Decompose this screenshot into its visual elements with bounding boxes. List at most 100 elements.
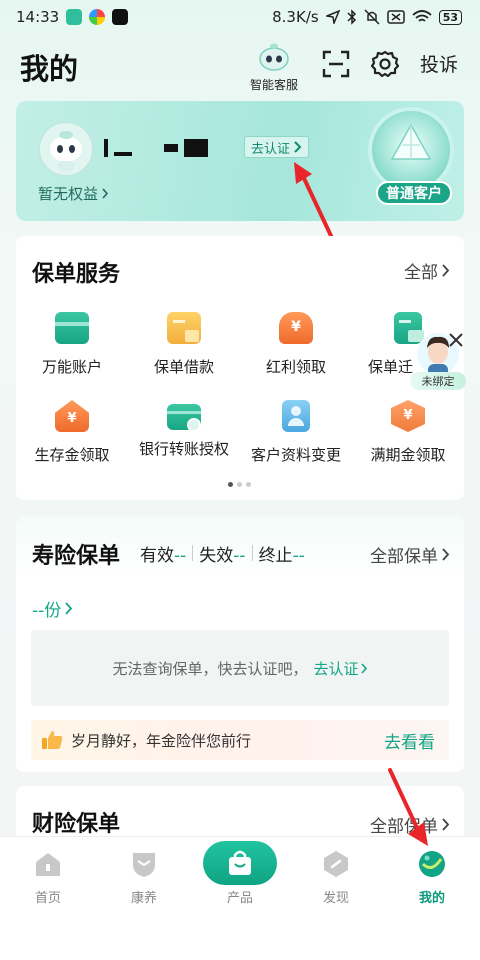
service-maturity-benefit[interactable]: ¥ 满期金领取 [352, 394, 464, 482]
more-label: 全部保单 [370, 547, 438, 567]
service-label: 客户资料变更 [250, 446, 341, 464]
nav-product-button[interactable] [203, 841, 277, 885]
chevron-right-icon [442, 818, 450, 831]
empty-text: 无法查询保单，快去认证吧， [112, 659, 308, 678]
net-speed: 8.3K/s [272, 8, 319, 26]
avatar[interactable] [38, 121, 94, 177]
gear-icon [370, 50, 400, 78]
settings-button[interactable] [370, 50, 400, 78]
service-label: 万能账户 [41, 358, 102, 376]
nav-discover[interactable]: 发现 [296, 849, 376, 906]
service-bank-transfer-auth[interactable]: 银行转账授权 [128, 394, 240, 482]
service-label: 红利领取 [265, 358, 326, 376]
policy-count-link[interactable]: --份 [32, 596, 73, 621]
nav-mine[interactable]: 我的 [392, 849, 472, 906]
battery-level: 53 [438, 9, 462, 25]
nav-health-label: 康养 [130, 891, 157, 906]
nav-product-label: 产品 [226, 891, 253, 906]
service-survival-benefit[interactable]: ¥ 生存金领取 [16, 394, 128, 482]
unbind-tag: 未绑定 [410, 372, 466, 390]
profile-card[interactable]: 去认证 暂无权益 普通客户 [16, 101, 464, 221]
service-grid: 万能账户 保单借款 ¥ 红利领取 保单迁 ¥ 生存金领取 银行转账授权 客户资料… [16, 306, 464, 482]
property-policy-title: 财险保单 [32, 812, 121, 837]
annuity-promo-banner[interactable]: 岁月静好，年金险伴您前行 去看看 [31, 720, 449, 760]
empty-verify-link[interactable]: 去认证 [314, 658, 368, 679]
promo-action-button[interactable]: 去看看 [384, 728, 435, 753]
chevron-right-icon [294, 141, 302, 153]
close-icon[interactable] [446, 330, 466, 350]
empty-link-label: 去认证 [313, 659, 359, 678]
service-dividend-claim[interactable]: ¥ 红利领取 [240, 306, 352, 394]
chevron-right-icon [360, 662, 367, 674]
profile-icon [282, 400, 310, 432]
stat-terminated[interactable]: 终止-- [253, 541, 311, 566]
nav-home-label: 首页 [34, 891, 61, 906]
nav-discover-label: 发现 [322, 891, 349, 906]
service-profile-change[interactable]: 客户资料变更 [240, 394, 352, 482]
carousel-dots [228, 482, 251, 487]
empty-policy-box: 无法查询保单，快去认证吧， 去认证 [31, 630, 449, 706]
scan-icon [322, 50, 350, 78]
bonus-icon: ¥ [279, 312, 313, 344]
wallet-icon [55, 312, 89, 344]
nav-home[interactable]: 首页 [8, 849, 88, 906]
complain-button[interactable]: 投诉 [420, 50, 458, 77]
verify-button[interactable]: 去认证 [244, 136, 310, 158]
member-level-label: 普通客户 [376, 181, 452, 205]
name-mask [114, 152, 132, 156]
promo-text: 岁月静好，年金险伴您前行 [71, 731, 252, 750]
benefit-link[interactable]: 暂无权益 [38, 183, 109, 204]
stat-effective[interactable]: 有效-- [134, 541, 192, 566]
service-label: 生存金领取 [34, 446, 110, 464]
page-header: 我的 智能客服 投诉 [0, 36, 480, 96]
page-title: 我的 [20, 52, 79, 86]
hexagon-coin-icon: ¥ [391, 400, 425, 432]
status-right: 8.3K/s 53 [272, 8, 462, 26]
diamond-icon [390, 123, 432, 160]
scan-button[interactable] [322, 50, 350, 78]
status-time: 14:33 [16, 8, 60, 26]
service-label: 保单借款 [153, 358, 214, 376]
folder-icon [167, 312, 201, 344]
discover-icon [324, 851, 348, 877]
home-icon [36, 853, 60, 876]
life-policy-card: 寿险保单 有效-- 失效-- 终止-- 全部保单 --份 无法查询保单，快去认证… [16, 516, 464, 772]
robot-icon [259, 43, 289, 71]
service-row: 万能账户 保单借款 ¥ 红利领取 保单迁 [16, 306, 464, 394]
member-level-badge[interactable]: 普通客户 [362, 107, 462, 215]
location-icon [325, 10, 340, 24]
nav-health[interactable]: 康养 [104, 849, 184, 906]
life-policy-more-button[interactable]: 全部保单 [370, 542, 450, 567]
chevron-right-icon [442, 264, 450, 277]
thumbs-up-icon [42, 731, 63, 749]
policy-service-card: 保单服务 全部 万能账户 保单借款 ¥ 红利领取 保单迁 ¥ 生存金领取 银行转… [16, 236, 464, 500]
name-mask [184, 139, 208, 157]
card-check-icon [167, 404, 201, 432]
carousel-dot [246, 482, 251, 487]
tiktok-icon [112, 9, 129, 25]
stat-value: -- [292, 546, 305, 566]
customer-service-button[interactable]: 智能客服 [244, 42, 304, 93]
stat-lapsed[interactable]: 失效-- [193, 541, 251, 566]
life-policy-stats: 有效-- 失效-- 终止-- [134, 541, 311, 566]
stat-label: 有效 [140, 546, 174, 566]
shopping-bag-icon [229, 850, 251, 875]
carousel-dot [228, 482, 233, 487]
status-bar: 14:33 8.3K/s 53 [0, 0, 480, 34]
house-coin-icon: ¥ [55, 400, 89, 432]
chevron-right-icon [442, 548, 450, 561]
policy-service-title: 保单服务 [32, 262, 121, 287]
app-notification-icon [66, 9, 83, 25]
carousel-dot [237, 482, 242, 487]
service-universal-account[interactable]: 万能账户 [16, 306, 128, 394]
bottom-nav: 首页 康养 产品 发现 我的 [0, 836, 480, 960]
mascot-avatar-icon [50, 131, 82, 171]
stat-value: -- [233, 546, 246, 566]
stat-label: 失效 [199, 546, 234, 566]
service-row: ¥ 生存金领取 银行转账授权 客户资料变更 ¥ 满期金领取 [16, 394, 464, 482]
policy-service-more-button[interactable]: 全部 [404, 258, 450, 283]
name-mask [164, 144, 178, 152]
policy-count: --份 [32, 601, 62, 621]
service-policy-loan[interactable]: 保单借款 [128, 306, 240, 394]
mute-icon [364, 9, 380, 25]
